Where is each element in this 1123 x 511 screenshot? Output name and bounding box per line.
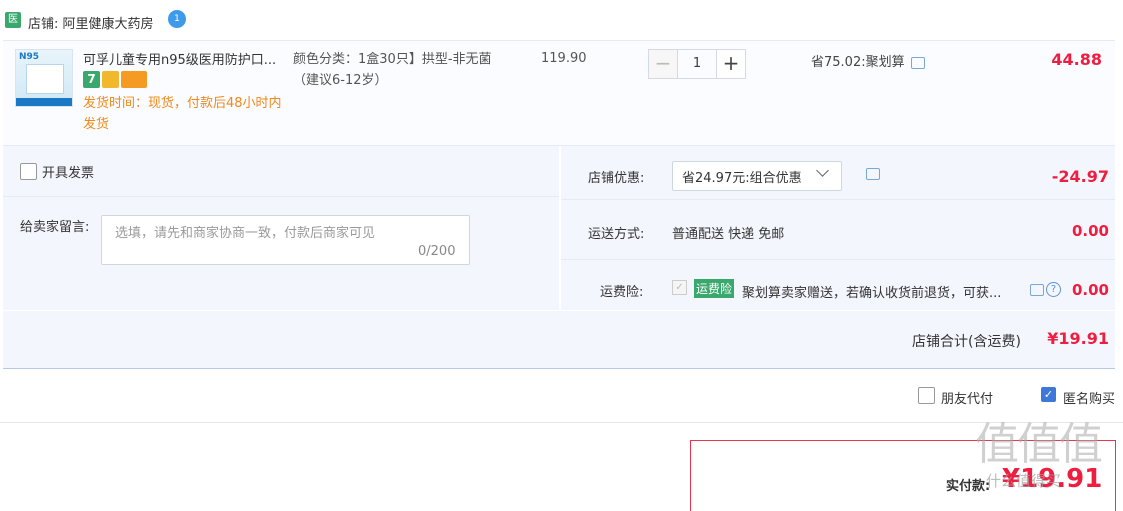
seven-day-return-icon: 7 xyxy=(83,71,100,88)
card-icon xyxy=(121,71,147,88)
insurance-icons: ? xyxy=(1030,282,1061,297)
quantity-stepper: − 1 + xyxy=(648,49,746,79)
message-label: 给卖家留言: xyxy=(20,220,90,235)
watermark-logo: 值值值 xyxy=(975,419,1103,470)
thumbnail-strip xyxy=(16,98,72,106)
shipping-time: 发货时间：现货，付款后48小时内发货 xyxy=(83,96,282,132)
mask-box-graphic xyxy=(26,64,64,94)
watermark-text: 什么值得买 xyxy=(986,472,1062,490)
invoice-checkbox[interactable] xyxy=(20,163,37,180)
delivery-label: 运送方式: xyxy=(588,227,645,242)
quantity-input[interactable]: 1 xyxy=(678,49,716,79)
cart-item-row: N95 可孚儿童专用n95级医用防护口... 7 发货时间：现货，付款后48小时… xyxy=(3,40,1115,146)
message-placeholder: 选填，请先和商家协商一致，付款后商家可见 xyxy=(115,226,376,241)
divider xyxy=(561,259,1115,260)
store-discount-label: 店铺优惠: xyxy=(588,171,645,186)
saving-info: 省75.02:聚划算 xyxy=(811,51,925,70)
product-title[interactable]: 可孚儿童专用n95级医用防护口... xyxy=(83,49,288,68)
insurance-badge: 运费险 xyxy=(694,279,735,298)
store-discount-selected: 省24.97元:组合优惠 xyxy=(682,171,802,186)
chat-icon[interactable] xyxy=(910,56,925,69)
store-chat-badge-icon[interactable]: 1 xyxy=(168,10,186,28)
store-name[interactable]: 店铺: 阿里健康大药房 xyxy=(28,13,154,32)
insurance-checkbox: ✓ xyxy=(672,280,687,295)
product-thumbnail[interactable]: N95 xyxy=(15,49,73,107)
help-icon[interactable]: ? xyxy=(1046,282,1061,297)
anonymous-label[interactable]: 匿名购买 xyxy=(1063,388,1115,407)
saving-text: 省75.02:聚划算 xyxy=(811,55,905,70)
insurance-amount: 0.00 xyxy=(1071,281,1109,299)
service-tags: 7 xyxy=(83,71,149,88)
insurance-description: 聚划算卖家赠送，若确认收货前退货，可获... xyxy=(742,286,1002,301)
invoice-label[interactable]: 开具发票 xyxy=(42,162,94,181)
divider xyxy=(3,196,559,197)
unit-price: 119.90 xyxy=(541,51,587,66)
store-total-label: 店铺合计(含运费) xyxy=(912,334,1021,350)
chat-icon[interactable] xyxy=(866,168,880,180)
store-icon: 医 xyxy=(5,12,21,28)
quantity-minus-button[interactable]: − xyxy=(648,49,678,79)
chat-icon[interactable] xyxy=(1030,283,1044,296)
product-spec: 颜色分类：1盒30只】拱型-非无菌（建议6-12岁） xyxy=(293,52,492,88)
message-char-count: 0/200 xyxy=(418,244,456,259)
quantity-plus-button[interactable]: + xyxy=(716,49,746,79)
store-total-value: ¥19.91 xyxy=(1047,329,1109,348)
delivery-method: 普通配送 快递 免邮 xyxy=(672,227,785,242)
friend-pay-checkbox[interactable] xyxy=(918,387,935,404)
anonymous-checkbox[interactable]: ✓ xyxy=(1041,387,1056,402)
divider xyxy=(0,422,1123,423)
insurance-label: 运费险: xyxy=(600,285,644,300)
thumbnail-text: N95 xyxy=(19,52,40,62)
delivery-amount: 0.00 xyxy=(1071,222,1109,240)
store-discount-value: -24.97 xyxy=(1051,167,1109,186)
friend-pay-label[interactable]: 朋友代付 xyxy=(941,388,993,407)
shield-icon xyxy=(102,71,119,88)
payment-label: 实付款: xyxy=(946,479,991,494)
item-total: 44.88 xyxy=(1051,50,1102,69)
divider xyxy=(561,199,1115,200)
